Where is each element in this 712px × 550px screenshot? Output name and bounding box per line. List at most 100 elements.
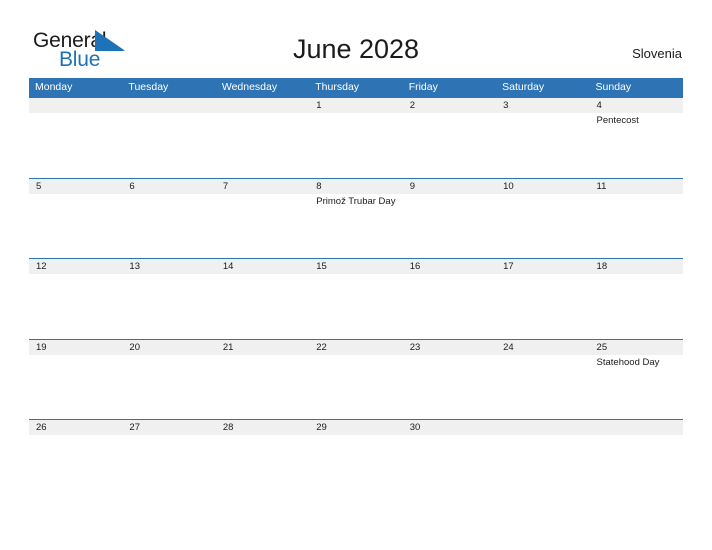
week-event-band: Pentecost	[29, 113, 683, 177]
weekday-header-wednesday: Wednesday	[221, 81, 278, 93]
day-number-cell[interactable]	[589, 420, 683, 435]
day-number-cell[interactable]	[29, 98, 123, 113]
day-number-cell[interactable]: 5	[29, 178, 123, 194]
week-event-band: Primož Trubar Day	[29, 194, 683, 258]
day-event-cell[interactable]	[496, 194, 589, 258]
calendar-week-row: 5 6 7 8 9 10 11 Primož Trubar Day	[29, 177, 683, 259]
day-number-cell[interactable]: 21	[215, 339, 310, 355]
day-number-cell[interactable]: 20	[122, 339, 216, 355]
day-event-cell[interactable]	[29, 355, 122, 419]
day-event-cell[interactable]	[29, 435, 122, 499]
day-number-cell[interactable]: 24	[496, 339, 590, 355]
day-number-cell[interactable]: 27	[122, 420, 216, 435]
day-number-cell[interactable]	[215, 98, 310, 113]
day-event-cell[interactable]	[216, 194, 309, 258]
day-event-cell[interactable]	[496, 113, 589, 177]
day-number-cell[interactable]: 10	[496, 178, 590, 194]
day-number-cell[interactable]: 22	[309, 339, 403, 355]
day-number-cell[interactable]: 6	[122, 178, 216, 194]
week-date-band: 5 6 7 8 9 10 11	[29, 177, 683, 194]
day-event-cell[interactable]	[496, 355, 589, 419]
event-label: Pentecost	[596, 115, 639, 126]
weekday-header-friday: Friday	[408, 81, 438, 93]
day-number-cell[interactable]: 23	[402, 339, 497, 355]
week-date-band: 12 13 14 15 16 17 18	[29, 258, 683, 274]
day-event-cell[interactable]	[309, 355, 402, 419]
day-event-cell[interactable]: Statehood Day	[590, 355, 683, 419]
day-number-cell[interactable]: 17	[496, 259, 590, 274]
day-event-cell[interactable]	[496, 435, 589, 499]
day-event-cell[interactable]	[29, 113, 122, 177]
day-number-cell[interactable]: 13	[122, 259, 216, 274]
weekday-header-row: Monday Tuesday Wednesday Thursday Friday…	[29, 78, 683, 97]
day-number-cell[interactable]: 9	[402, 178, 497, 194]
day-event-cell[interactable]	[309, 435, 402, 499]
day-event-cell[interactable]: Pentecost	[590, 113, 683, 177]
day-number-cell[interactable]	[122, 98, 216, 113]
day-number-cell[interactable]: 4	[589, 98, 683, 113]
day-event-cell[interactable]: Primož Trubar Day	[309, 194, 402, 258]
day-number-cell[interactable]: 25	[589, 339, 683, 355]
day-number-cell[interactable]: 7	[215, 178, 310, 194]
day-number-cell[interactable]: 26	[29, 420, 123, 435]
week-date-band: 26 27 28 29 30	[29, 419, 683, 435]
day-event-cell[interactable]	[590, 435, 683, 499]
day-number-cell[interactable]: 19	[29, 339, 123, 355]
day-number-cell[interactable]: 14	[215, 259, 310, 274]
country-label: Slovenia	[632, 46, 682, 61]
day-number-cell[interactable]: 28	[215, 420, 310, 435]
day-number-cell[interactable]: 16	[402, 259, 497, 274]
day-number-cell[interactable]: 30	[402, 420, 497, 435]
day-event-cell[interactable]	[29, 194, 122, 258]
day-number-cell[interactable]: 29	[309, 420, 403, 435]
day-number-cell[interactable]: 1	[309, 98, 403, 113]
day-number-cell[interactable]: 12	[29, 259, 123, 274]
day-event-cell[interactable]	[309, 113, 402, 177]
day-number-cell[interactable]: 2	[402, 98, 497, 113]
day-event-cell[interactable]	[403, 435, 496, 499]
day-number-cell[interactable]: 15	[309, 259, 403, 274]
day-event-cell[interactable]	[496, 274, 589, 338]
day-event-cell[interactable]	[122, 274, 215, 338]
day-event-cell[interactable]	[122, 194, 215, 258]
day-number-cell[interactable]: 18	[589, 259, 683, 274]
weekday-header-tuesday: Tuesday	[128, 81, 169, 93]
day-event-cell[interactable]	[403, 194, 496, 258]
weekday-header-thursday: Thursday	[315, 81, 360, 93]
day-event-cell[interactable]	[309, 274, 402, 338]
day-event-cell[interactable]	[216, 435, 309, 499]
day-event-cell[interactable]	[403, 113, 496, 177]
week-date-band: 19 20 21 22 23 24 25	[29, 338, 683, 355]
week-date-band: 1 2 3 4	[29, 97, 683, 113]
week-event-band	[29, 274, 683, 338]
day-event-cell[interactable]	[216, 274, 309, 338]
day-event-cell[interactable]	[216, 113, 309, 177]
day-number-cell[interactable]: 11	[589, 178, 683, 194]
week-event-band	[29, 435, 683, 499]
page-header: General Blue June 2028 Slovenia	[0, 0, 712, 76]
calendar-grid: Monday Tuesday Wednesday Thursday Friday…	[29, 78, 683, 500]
weekday-header-sunday: Sunday	[595, 81, 632, 93]
event-label: Statehood Day	[596, 356, 660, 368]
calendar-week-row: 1 2 3 4 Pentecost	[29, 97, 683, 178]
calendar-week-row: 19 20 21 22 23 24 25 Statehood Day	[29, 338, 683, 420]
day-event-cell[interactable]	[122, 113, 215, 177]
calendar-week-row: 12 13 14 15 16 17 18	[29, 258, 683, 339]
calendar-week-row: 26 27 28 29 30	[29, 419, 683, 500]
day-number-cell[interactable]	[496, 420, 590, 435]
page-title: June 2028	[292, 34, 420, 64]
weekday-header-monday: Monday	[35, 81, 73, 93]
day-event-cell[interactable]	[216, 355, 309, 419]
day-number-cell[interactable]: 3	[496, 98, 590, 113]
weekday-header-saturday: Saturday	[502, 81, 545, 93]
day-event-cell[interactable]	[122, 435, 215, 499]
day-event-cell[interactable]	[403, 355, 496, 419]
event-label: Primož Trubar Day	[316, 195, 396, 207]
week-event-band: Statehood Day	[29, 355, 683, 419]
day-event-cell[interactable]	[122, 355, 215, 419]
day-number-cell[interactable]: 8	[309, 178, 403, 194]
day-event-cell[interactable]	[403, 274, 496, 338]
day-event-cell[interactable]	[590, 194, 683, 258]
day-event-cell[interactable]	[590, 274, 683, 338]
day-event-cell[interactable]	[29, 274, 122, 338]
